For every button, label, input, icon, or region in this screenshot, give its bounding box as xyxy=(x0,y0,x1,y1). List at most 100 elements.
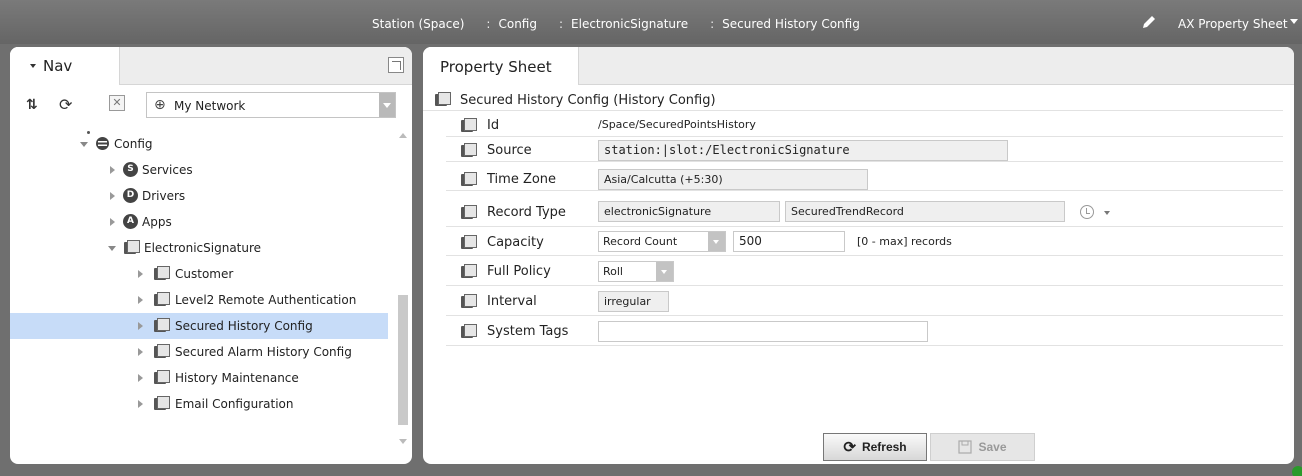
property-row-record-type: Record Type electronicSignature SecuredT… xyxy=(446,198,1283,227)
tab-property-sheet[interactable]: Property Sheet xyxy=(423,47,579,85)
view-selector[interactable]: AX Property Sheet xyxy=(1178,17,1288,31)
nav-toolbar: ⇅ ⟳ ✕ ⊕ My Network xyxy=(10,87,412,123)
property-row-system-tags: System Tags xyxy=(446,318,1283,346)
expand-icon[interactable] xyxy=(138,374,143,382)
maximize-icon[interactable] xyxy=(388,57,404,73)
tree-item-secured-history-config[interactable]: Secured History Config xyxy=(10,313,388,339)
component-icon xyxy=(154,266,170,281)
tree-item-history-maintenance[interactable]: History Maintenance xyxy=(10,365,388,391)
save-icon xyxy=(958,440,973,454)
capacity-count-field[interactable]: 500 xyxy=(733,231,845,252)
component-icon xyxy=(154,396,170,411)
expand-icon[interactable] xyxy=(138,296,143,304)
nav-title: Nav xyxy=(43,57,73,75)
expand-icon[interactable] xyxy=(138,400,143,408)
refresh-icon[interactable]: ⟳ xyxy=(59,95,72,114)
expand-icon[interactable] xyxy=(138,348,143,356)
expand-icon[interactable] xyxy=(138,270,143,278)
tree-item-email-configuration[interactable]: Email Configuration xyxy=(10,391,388,417)
tree-item-secured-alarm-history-config[interactable]: Secured Alarm History Config xyxy=(10,339,388,365)
record-type-field[interactable]: electronicSignature xyxy=(598,201,780,222)
expand-icon[interactable] xyxy=(110,192,115,200)
refresh-icon: ⟳ xyxy=(843,439,856,456)
tree-item-level2-remote-authentication[interactable]: Level2 Remote Authentication xyxy=(10,287,388,313)
component-icon xyxy=(154,344,170,359)
component-icon xyxy=(154,318,170,333)
property-icon xyxy=(461,143,477,158)
breadcrumb-secured-history-config[interactable]: Secured History Config xyxy=(722,17,860,31)
nav-tab[interactable]: Nav xyxy=(10,47,120,85)
network-select-value: My Network xyxy=(174,99,246,113)
expand-icon[interactable] xyxy=(138,322,143,330)
nav-panel: Nav ⇅ ⟳ ✕ ⊕ My Network Config S Services… xyxy=(10,47,412,464)
chevron-down-icon[interactable] xyxy=(1104,211,1110,215)
chevron-down-icon[interactable] xyxy=(656,262,673,281)
tree-item-customer[interactable]: Customer xyxy=(10,261,388,287)
property-sheet-header: Property Sheet xyxy=(423,47,1294,85)
property-icon xyxy=(461,264,477,279)
tree-item-label: Level2 Remote Authentication xyxy=(175,293,357,307)
tree-item-apps[interactable]: A Apps xyxy=(10,209,388,235)
breadcrumb-station[interactable]: Station (Space) xyxy=(372,17,464,31)
source-field[interactable]: station:|slot:/ElectronicSignature xyxy=(598,140,1008,161)
full-policy-select[interactable]: Roll xyxy=(598,261,674,282)
clock-icon[interactable] xyxy=(1080,205,1094,219)
tab-label: Property Sheet xyxy=(440,58,552,76)
property-label: Full Policy xyxy=(487,264,551,279)
refresh-button[interactable]: ⟳ Refresh xyxy=(823,433,927,461)
close-icon[interactable]: ✕ xyxy=(109,95,125,111)
breadcrumb-electronic-signature[interactable]: ElectronicSignature xyxy=(571,17,688,31)
tree-item-label: Customer xyxy=(175,267,234,281)
time-zone-field[interactable]: Asia/Calcutta (+5:30) xyxy=(598,169,868,190)
nav-header: Nav xyxy=(10,47,412,85)
scroll-down-icon[interactable] xyxy=(399,439,407,444)
expand-icon[interactable] xyxy=(80,142,88,147)
record-class-field[interactable]: SecuredTrendRecord xyxy=(785,201,1065,222)
refresh-button-label: Refresh xyxy=(861,440,907,454)
save-button[interactable]: Save xyxy=(930,433,1035,461)
tree-item-label: Email Configuration xyxy=(175,397,294,411)
globe-icon: ⊕ xyxy=(154,97,166,113)
network-select[interactable]: ⊕ My Network xyxy=(146,92,396,118)
sort-icon[interactable]: ⇅ xyxy=(26,97,38,113)
property-icon xyxy=(461,294,477,309)
tree-item-config[interactable]: Config xyxy=(10,131,388,157)
scroll-thumb[interactable] xyxy=(398,295,408,425)
property-row-interval: Interval irregular xyxy=(446,288,1283,316)
id-value: /Space/SecuredPointsHistory xyxy=(598,118,756,131)
breadcrumb-separator: : xyxy=(710,17,715,31)
chevron-down-icon[interactable] xyxy=(708,232,725,251)
property-label: Capacity xyxy=(487,235,544,250)
tree-item-drivers[interactable]: D Drivers xyxy=(10,183,388,209)
tree-item-label: ElectronicSignature xyxy=(144,241,262,255)
chevron-down-icon[interactable] xyxy=(1290,19,1298,24)
nav-scrollbar[interactable] xyxy=(398,129,408,459)
status-indicator-icon xyxy=(1292,466,1302,476)
capacity-mode-value: Record Count xyxy=(603,235,678,248)
property-icon xyxy=(461,324,477,339)
interval-field[interactable]: irregular xyxy=(598,291,669,312)
component-icon xyxy=(124,240,140,255)
property-label: Time Zone xyxy=(487,172,557,187)
drivers-icon: D xyxy=(123,188,138,203)
expand-icon[interactable] xyxy=(110,218,115,226)
tree-item-services[interactable]: S Services xyxy=(10,157,388,183)
tree-item-electronic-signature[interactable]: ElectronicSignature xyxy=(10,235,388,261)
property-row-time-zone: Time Zone Asia/Calcutta (+5:30) xyxy=(446,167,1283,191)
root-component-row[interactable]: Secured History Config (History Config) xyxy=(423,89,1283,111)
breadcrumb-config[interactable]: Config xyxy=(498,17,537,31)
chevron-down-icon[interactable] xyxy=(379,93,395,117)
property-row-id: Id /Space/SecuredPointsHistory xyxy=(446,113,1283,137)
property-label: Record Type xyxy=(487,205,566,220)
expand-icon[interactable] xyxy=(108,246,116,251)
property-label: Source xyxy=(487,143,532,158)
pencil-icon[interactable] xyxy=(1141,14,1157,30)
property-row-full-policy: Full Policy Roll xyxy=(446,258,1283,286)
expand-icon[interactable] xyxy=(110,166,115,174)
chevron-down-icon[interactable] xyxy=(30,64,36,68)
tree-item-label: Apps xyxy=(142,215,172,229)
scroll-up-icon[interactable] xyxy=(399,133,407,138)
services-icon: S xyxy=(123,162,138,177)
capacity-mode-select[interactable]: Record Count xyxy=(598,231,726,252)
system-tags-field[interactable] xyxy=(598,321,928,342)
